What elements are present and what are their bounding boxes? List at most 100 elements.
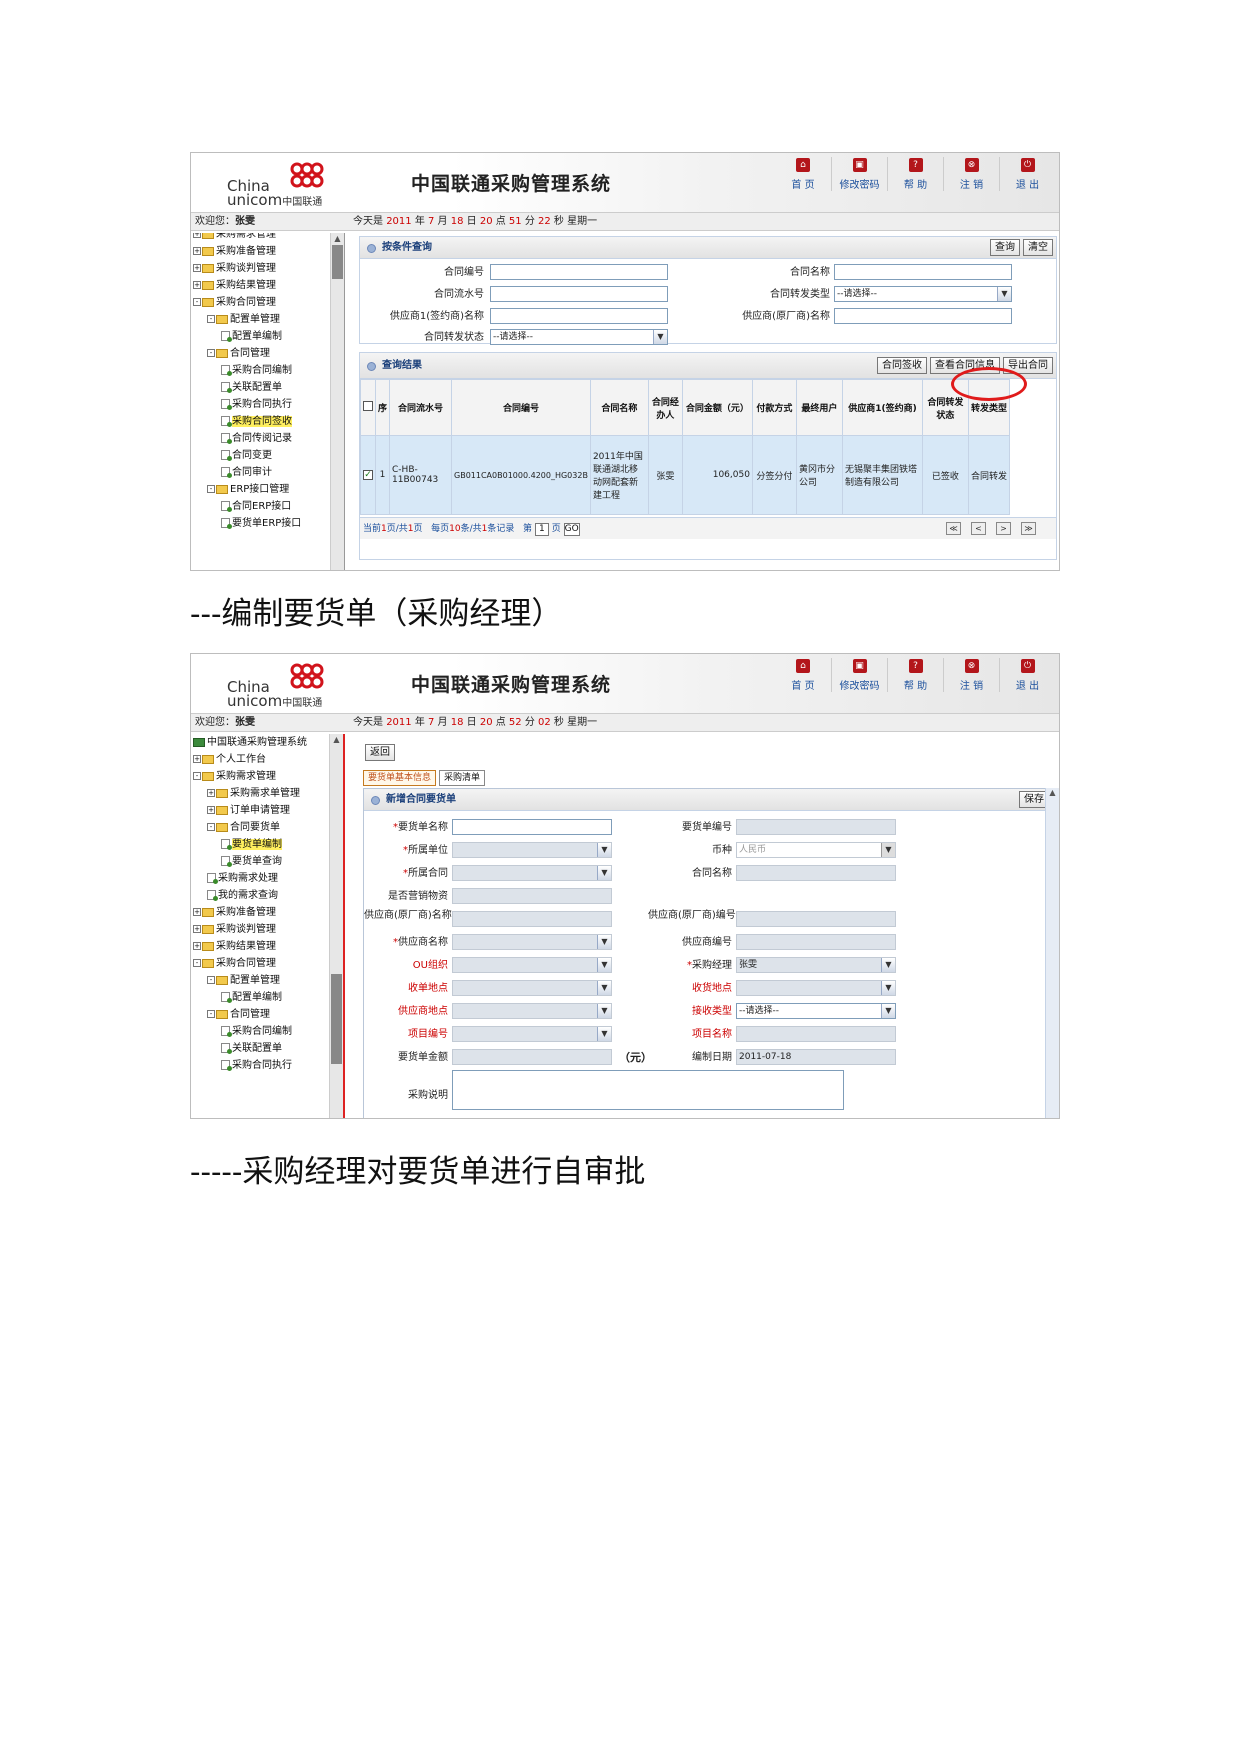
- nav-change-password[interactable]: ▣ 修改密码: [831, 157, 887, 191]
- contract-select[interactable]: ▼: [452, 865, 612, 881]
- page-input[interactable]: 1: [534, 523, 549, 536]
- table-row[interactable]: ✓ 1 C-HB-11B00743 GB011CA0B01000.4200_HG…: [360, 435, 1010, 515]
- order-name-input[interactable]: [452, 819, 612, 835]
- nav-logout[interactable]: ⊗ 注 销: [943, 157, 999, 191]
- tree-item[interactable]: + 采购需求单管理: [193, 785, 327, 802]
- tree-item[interactable]: 合同ERP接口: [193, 498, 328, 515]
- tree-item[interactable]: 采购合同签收: [193, 413, 328, 430]
- supplier1-input[interactable]: [490, 308, 668, 324]
- tree-item[interactable]: + 采购准备管理: [193, 904, 327, 921]
- nav-home[interactable]: ⌂ 首 页: [775, 157, 831, 191]
- select-all-header[interactable]: [360, 379, 376, 436]
- contract-no-input[interactable]: [490, 264, 668, 280]
- receive-place-select[interactable]: ▼: [452, 980, 612, 996]
- tree-item[interactable]: 采购需求处理: [193, 870, 327, 887]
- collapse-icon[interactable]: -: [193, 772, 201, 780]
- tree-item[interactable]: - 采购合同管理: [193, 955, 327, 972]
- expand-icon[interactable]: +: [193, 281, 201, 289]
- collapse-icon[interactable]: -: [193, 298, 201, 306]
- tree-item[interactable]: 配置单编制: [193, 989, 327, 1006]
- tree-item[interactable]: 采购合同执行: [193, 396, 328, 413]
- row-checkbox-cell[interactable]: ✓: [360, 435, 376, 515]
- tab-purchase-list[interactable]: 采购清单: [439, 770, 486, 786]
- contract-name-input[interactable]: [834, 264, 1012, 280]
- scroll-up-icon[interactable]: ▲: [330, 734, 343, 746]
- manager-select[interactable]: 张雯 ▼: [736, 957, 896, 973]
- tree-item[interactable]: + 个人工作台: [193, 751, 327, 768]
- expand-icon[interactable]: +: [193, 755, 201, 763]
- expand-icon[interactable]: +: [193, 233, 201, 238]
- tree-item[interactable]: 关联配置单: [193, 379, 328, 396]
- nav-change-password[interactable]: ▣ 修改密码: [831, 658, 887, 692]
- supplier-mfr-input[interactable]: [834, 308, 1012, 324]
- tree-item[interactable]: - 采购合同管理: [193, 294, 328, 311]
- tree-item[interactable]: 中国联通采购管理系统: [193, 734, 327, 751]
- collapse-icon[interactable]: -: [207, 485, 215, 493]
- tree-item[interactable]: + 采购需求管理: [193, 233, 328, 243]
- tree-item[interactable]: 合同变更: [193, 447, 328, 464]
- scroll-thumb[interactable]: [332, 245, 343, 279]
- expand-icon[interactable]: +: [193, 247, 201, 255]
- tree-item[interactable]: - 采购需求管理: [193, 768, 327, 785]
- nav-help[interactable]: ? 帮 助: [887, 157, 943, 191]
- collapse-icon[interactable]: -: [207, 349, 215, 357]
- tree-item[interactable]: 合同审计: [193, 464, 328, 481]
- sidebar-scrollbar[interactable]: ▲: [330, 233, 344, 570]
- nav-home[interactable]: ⌂ 首 页: [775, 658, 831, 692]
- tree-item[interactable]: 采购合同编制: [193, 1023, 327, 1040]
- search-button[interactable]: 查询: [990, 239, 1020, 256]
- collapse-icon[interactable]: -: [193, 959, 201, 967]
- nav-logout[interactable]: ⊗ 注 销: [943, 658, 999, 692]
- serial-no-input[interactable]: [490, 286, 668, 302]
- supplier-place-select[interactable]: ▼: [452, 1003, 612, 1019]
- ou-org-select[interactable]: ▼: [452, 957, 612, 973]
- tree-item[interactable]: - ERP接口管理: [193, 481, 328, 498]
- ship-place-select[interactable]: ▼: [736, 980, 896, 996]
- collapse-icon[interactable]: -: [207, 823, 215, 831]
- next-page-icon[interactable]: >: [996, 522, 1011, 535]
- tree-item[interactable]: 采购合同编制: [193, 362, 328, 379]
- last-page-icon[interactable]: ≫: [1021, 522, 1036, 535]
- tree-item[interactable]: 合同传阅记录: [193, 430, 328, 447]
- expand-icon[interactable]: +: [193, 942, 201, 950]
- tree-item[interactable]: 我的需求查询: [193, 887, 327, 904]
- tree-item[interactable]: + 采购准备管理: [193, 243, 328, 260]
- tree-item[interactable]: - 合同管理: [193, 1006, 327, 1023]
- nav-help[interactable]: ? 帮 助: [887, 658, 943, 692]
- currency-select[interactable]: 人民币 ▼: [736, 842, 896, 858]
- form-scrollbar[interactable]: ▲: [1045, 788, 1059, 1118]
- tree-item[interactable]: 要货单查询: [193, 853, 327, 870]
- purchase-note-textarea[interactable]: [452, 1070, 844, 1110]
- tab-basic-info[interactable]: 要货单基本信息: [363, 770, 437, 786]
- expand-icon[interactable]: +: [207, 806, 215, 814]
- sidebar-scrollbar[interactable]: ▲: [329, 734, 343, 1118]
- go-button[interactable]: GO: [563, 523, 580, 536]
- supplier-name-select[interactable]: ▼: [452, 934, 612, 950]
- expand-icon[interactable]: +: [193, 908, 201, 916]
- project-no-select[interactable]: ▼: [452, 1026, 612, 1042]
- tree-item[interactable]: - 合同要货单: [193, 819, 327, 836]
- collapse-icon[interactable]: -: [207, 1010, 215, 1018]
- tree-item[interactable]: 要货单ERP接口: [193, 515, 328, 532]
- scroll-up-icon[interactable]: ▲: [1046, 788, 1059, 797]
- expand-icon[interactable]: +: [193, 925, 201, 933]
- contract-sign-button[interactable]: 合同签收: [877, 357, 927, 374]
- unit-select[interactable]: ▼: [452, 842, 612, 858]
- expand-icon[interactable]: +: [207, 789, 215, 797]
- clear-button[interactable]: 清空: [1023, 239, 1053, 256]
- tree-item[interactable]: + 采购结果管理: [193, 938, 327, 955]
- tree-item[interactable]: 配置单编制: [193, 328, 328, 345]
- expand-icon[interactable]: +: [193, 264, 201, 272]
- tree-item[interactable]: + 采购谈判管理: [193, 260, 328, 277]
- tree-item[interactable]: + 采购谈判管理: [193, 921, 327, 938]
- first-page-icon[interactable]: ≪: [946, 522, 961, 535]
- forward-type-select[interactable]: --请选择-- ▼: [834, 286, 1012, 302]
- prev-page-icon[interactable]: <: [971, 522, 986, 535]
- tree-item[interactable]: + 订单申请管理: [193, 802, 327, 819]
- tree-item[interactable]: - 配置单管理: [193, 311, 328, 328]
- scroll-thumb[interactable]: [331, 974, 342, 1064]
- scroll-up-icon[interactable]: ▲: [331, 233, 344, 245]
- tree-item[interactable]: - 配置单管理: [193, 972, 327, 989]
- tree-item[interactable]: 采购合同执行: [193, 1057, 327, 1074]
- forward-status-select[interactable]: --请选择-- ▼: [490, 329, 668, 345]
